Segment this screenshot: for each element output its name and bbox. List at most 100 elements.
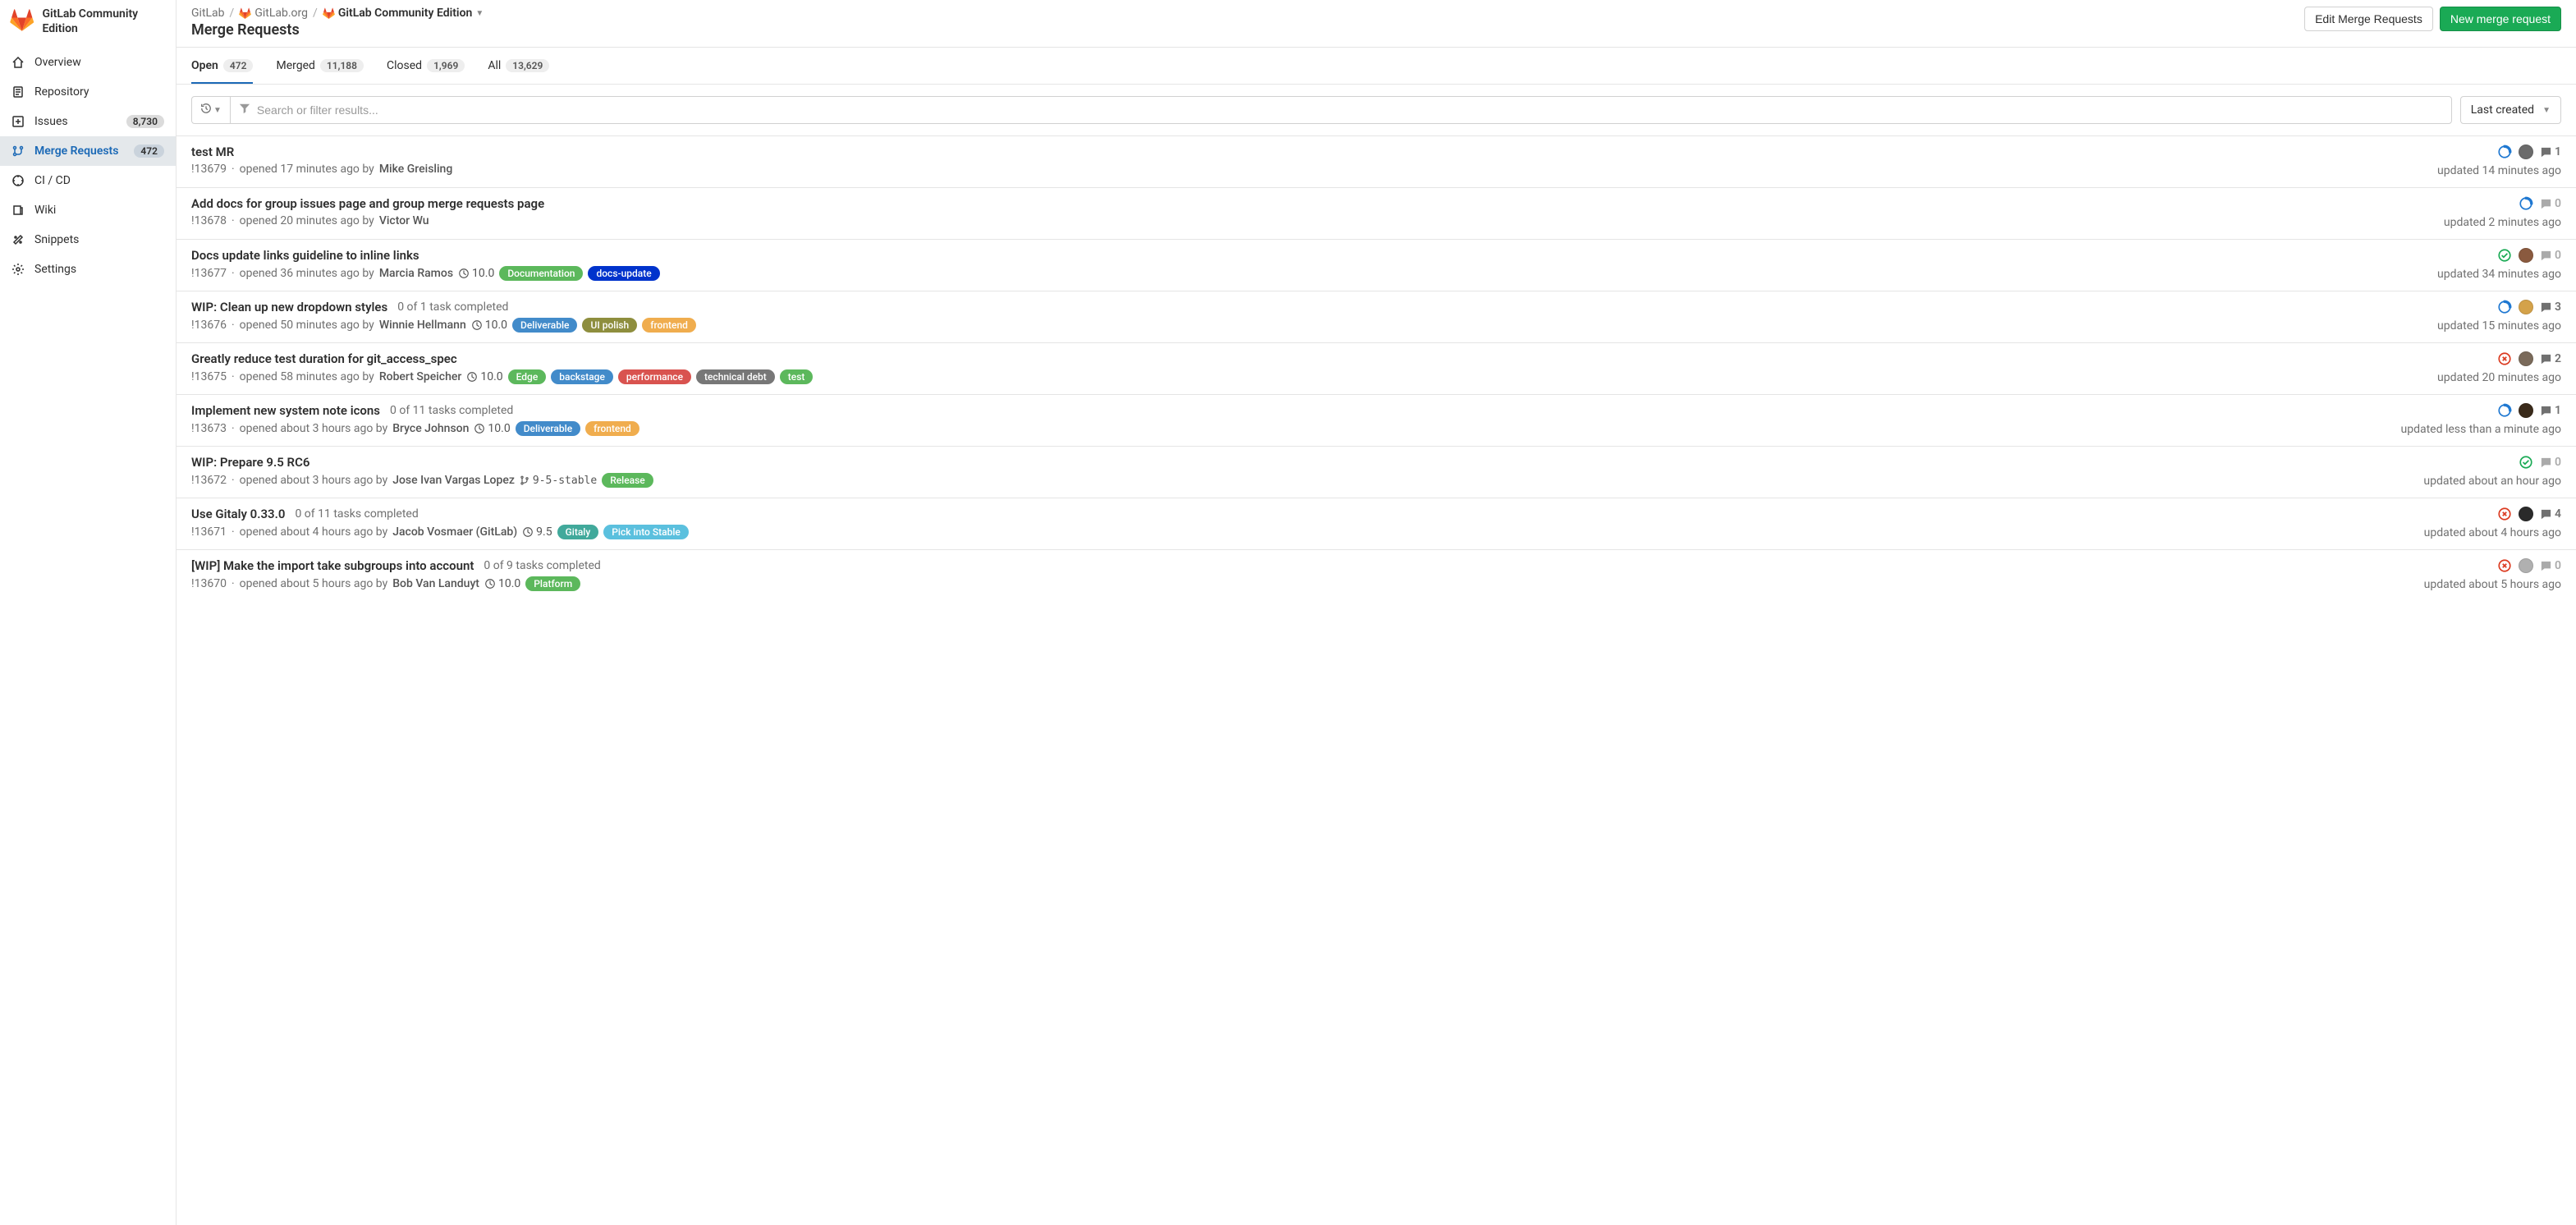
assignee-avatar[interactable] xyxy=(2519,558,2533,573)
mr-author[interactable]: Mike Greisling xyxy=(379,163,452,176)
mr-title-link[interactable]: Use Gitaly 0.33.0 xyxy=(191,507,285,521)
sidebar-item-repository[interactable]: Repository xyxy=(0,77,176,107)
assignee-avatar[interactable] xyxy=(2519,300,2533,314)
sidebar-header[interactable]: GitLab Community Edition xyxy=(0,0,176,43)
pipeline-status-running-icon[interactable] xyxy=(2497,145,2512,159)
mr-title-link[interactable]: Docs update links guideline to inline li… xyxy=(191,248,419,263)
assignee-avatar[interactable] xyxy=(2519,145,2533,159)
edit-merge-requests-button[interactable]: Edit Merge Requests xyxy=(2304,7,2433,31)
mr-label[interactable]: frontend xyxy=(642,318,696,333)
mr-title-link[interactable]: WIP: Prepare 9.5 RC6 xyxy=(191,455,309,470)
nav-icon xyxy=(11,56,25,69)
chevron-down-icon: ▼ xyxy=(213,106,222,115)
mr-title-link[interactable]: test MR xyxy=(191,145,234,159)
mr-author[interactable]: Robert Speicher xyxy=(379,370,462,383)
comments-count[interactable]: 0 xyxy=(2540,249,2561,262)
comments-count[interactable]: 0 xyxy=(2540,559,2561,572)
breadcrumb-group[interactable]: GitLab.org xyxy=(239,7,308,20)
assignee-avatar[interactable] xyxy=(2519,403,2533,418)
pipeline-status-success-icon[interactable] xyxy=(2497,248,2512,263)
pipeline-status-running-icon[interactable] xyxy=(2497,300,2512,314)
mr-label[interactable]: performance xyxy=(618,369,691,384)
sort-dropdown[interactable]: Last created ▼ xyxy=(2460,96,2561,124)
mr-author[interactable]: Bryce Johnson xyxy=(392,422,469,435)
mr-author[interactable]: Bob Van Landuyt xyxy=(392,577,479,590)
comments-count[interactable]: 0 xyxy=(2540,456,2561,469)
mr-label[interactable]: Edge xyxy=(508,369,547,384)
comments-count[interactable]: 0 xyxy=(2540,197,2561,210)
mr-title-link[interactable]: Implement new system note icons xyxy=(191,403,380,418)
pipeline-status-failed-icon[interactable] xyxy=(2497,351,2512,366)
mr-label[interactable]: test xyxy=(780,369,814,384)
mr-title-link[interactable]: WIP: Clean up new dropdown styles xyxy=(191,300,387,314)
pipeline-status-failed-icon[interactable] xyxy=(2497,558,2512,573)
mr-label[interactable]: technical debt xyxy=(696,369,775,384)
assignee-avatar[interactable] xyxy=(2519,507,2533,521)
mr-label[interactable]: docs-update xyxy=(588,266,659,281)
sidebar-item-ci-cd[interactable]: CI / CD xyxy=(0,166,176,195)
mr-label[interactable]: Deliverable xyxy=(516,421,580,436)
mr-title-link[interactable]: [WIP] Make the import take subgroups int… xyxy=(191,558,474,573)
mr-author[interactable]: Marcia Ramos xyxy=(379,267,453,280)
sidebar-item-issues[interactable]: Issues8,730 xyxy=(0,107,176,136)
mr-author[interactable]: Victor Wu xyxy=(379,214,429,227)
mr-author[interactable]: Jacob Vosmaer (GitLab) xyxy=(392,525,517,539)
mr-label[interactable]: Gitaly xyxy=(557,525,599,539)
sidebar-item-settings[interactable]: Settings xyxy=(0,255,176,284)
mr-label[interactable]: frontend xyxy=(585,421,639,436)
sidebar-item-overview[interactable]: Overview xyxy=(0,48,176,77)
milestone[interactable]: 10.0 xyxy=(484,577,520,590)
mr-author[interactable]: Winnie Hellmann xyxy=(379,319,466,332)
mr-opened: opened 36 minutes ago by xyxy=(240,267,374,280)
search-filter-input[interactable] xyxy=(257,97,2443,123)
target-branch[interactable]: 9-5-stable xyxy=(520,475,597,487)
breadcrumb-project[interactable]: GitLab Community Edition ▼ xyxy=(323,7,484,20)
tab-open[interactable]: Open472 xyxy=(191,48,253,84)
comments-count[interactable]: 4 xyxy=(2540,507,2561,521)
milestone[interactable]: 10.0 xyxy=(474,422,510,435)
tab-closed[interactable]: Closed1,969 xyxy=(387,48,465,84)
sort-label: Last created xyxy=(2471,103,2534,117)
assignee-avatar[interactable] xyxy=(2519,351,2533,366)
breadcrumb-root[interactable]: GitLab xyxy=(191,7,225,20)
sidebar-item-merge-requests[interactable]: Merge Requests472 xyxy=(0,136,176,166)
project-name: GitLab Community Edition xyxy=(42,7,166,36)
pipeline-status-failed-icon[interactable] xyxy=(2497,507,2512,521)
mr-updated: updated about 5 hours ago xyxy=(2424,578,2561,591)
mr-label[interactable]: Release xyxy=(602,473,653,488)
comments-count[interactable]: 1 xyxy=(2540,404,2561,417)
mr-updated: updated 14 minutes ago xyxy=(2437,164,2561,177)
sidebar-item-wiki[interactable]: Wiki xyxy=(0,195,176,225)
mr-opened: opened about 5 hours ago by xyxy=(240,577,388,590)
comments-count[interactable]: 3 xyxy=(2540,301,2561,314)
mr-title-link[interactable]: Add docs for group issues page and group… xyxy=(191,196,544,211)
mr-updated: updated 2 minutes ago xyxy=(2444,216,2561,229)
new-merge-request-button[interactable]: New merge request xyxy=(2440,7,2561,31)
mr-label[interactable]: Platform xyxy=(525,576,580,591)
comments-count[interactable]: 2 xyxy=(2540,352,2561,365)
mr-label[interactable]: backstage xyxy=(551,369,613,384)
mr-opened: opened 17 minutes ago by xyxy=(240,163,374,176)
pipeline-status-running-icon[interactable] xyxy=(2519,196,2533,211)
tab-merged[interactable]: Merged11,188 xyxy=(276,48,364,84)
tab-all[interactable]: All13,629 xyxy=(488,48,549,84)
pipeline-status-running-icon[interactable] xyxy=(2497,403,2512,418)
pipeline-status-success-icon[interactable] xyxy=(2519,455,2533,470)
mr-updated: updated about 4 hours ago xyxy=(2424,526,2561,539)
mr-label[interactable]: Pick into Stable xyxy=(603,525,689,539)
mr-label[interactable]: Documentation xyxy=(499,266,583,281)
assignee-avatar[interactable] xyxy=(2519,248,2533,263)
mr-label[interactable]: UI polish xyxy=(582,318,637,333)
merge-request-item: Use Gitaly 0.33.00 of 11 tasks completed… xyxy=(176,498,2576,549)
milestone[interactable]: 10.0 xyxy=(466,370,502,383)
milestone[interactable]: 9.5 xyxy=(522,525,552,539)
mr-label[interactable]: Deliverable xyxy=(512,318,577,333)
milestone[interactable]: 10.0 xyxy=(471,319,507,332)
comments-count[interactable]: 1 xyxy=(2540,145,2561,158)
nav-label: Settings xyxy=(34,263,164,276)
mr-author[interactable]: Jose Ivan Vargas Lopez xyxy=(392,474,515,487)
sidebar-item-snippets[interactable]: Snippets xyxy=(0,225,176,255)
milestone[interactable]: 10.0 xyxy=(458,267,494,280)
filter-history-button[interactable]: ▼ xyxy=(192,97,231,123)
mr-title-link[interactable]: Greatly reduce test duration for git_acc… xyxy=(191,351,457,366)
